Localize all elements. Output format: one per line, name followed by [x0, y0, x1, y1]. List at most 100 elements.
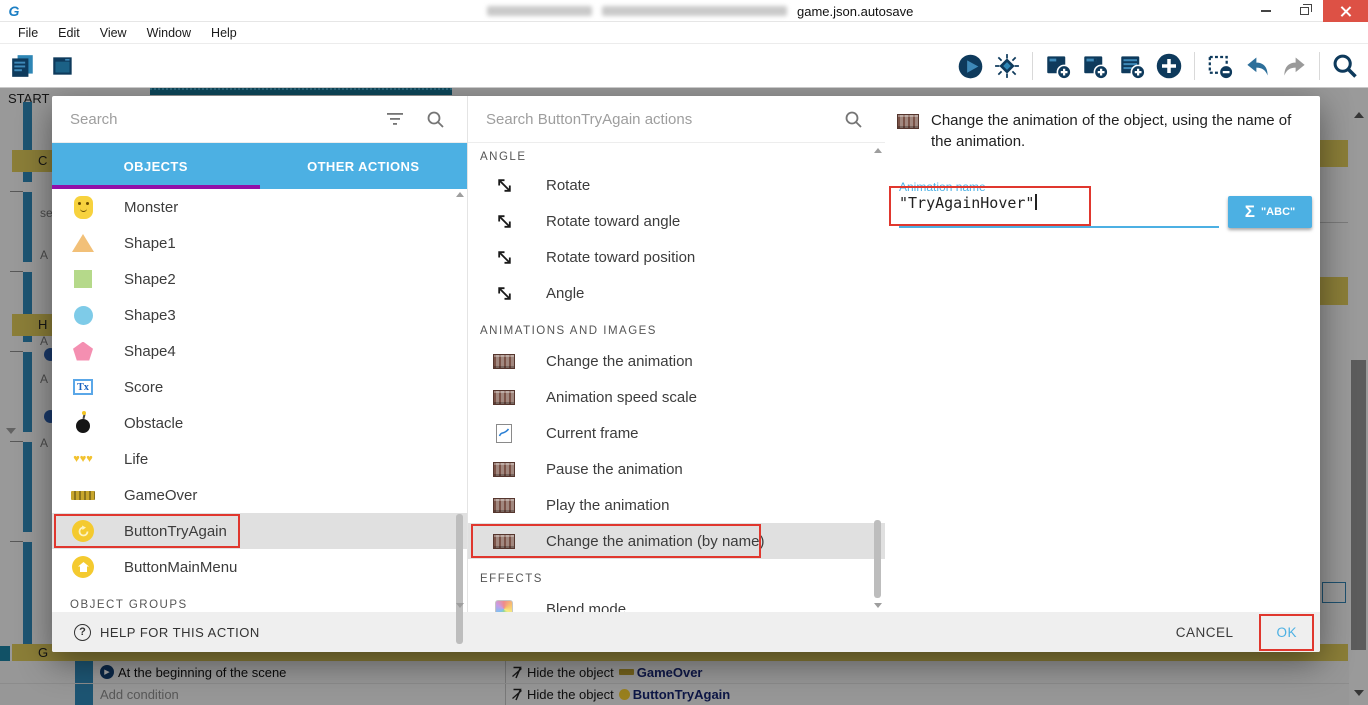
tab-objects[interactable]: OBJECTS [52, 143, 260, 189]
action-item-angle[interactable]: Angle [468, 275, 885, 311]
object-item-shape4[interactable]: Shape4 [52, 333, 467, 369]
object-item-gameover[interactable]: GameOver [52, 477, 467, 513]
redo-button[interactable] [1279, 50, 1309, 82]
add-new-button[interactable] [1154, 50, 1184, 82]
action-item-current-frame[interactable]: Current frame [468, 415, 885, 451]
object-label: Score [124, 379, 163, 396]
scroll-up-icon[interactable] [456, 192, 464, 197]
actions-search-input[interactable] [468, 111, 844, 128]
sigma-icon: Σ [1245, 202, 1255, 222]
search-icon[interactable] [426, 110, 445, 129]
object-item-monster[interactable]: Monster [52, 189, 467, 225]
menu-file[interactable]: File [8, 22, 48, 44]
menubar: File Edit View Window Help [0, 22, 1368, 44]
action-item-change-animation-by-name[interactable]: Change the animation (by name) [468, 523, 885, 559]
objects-list: Monster Shape1 Shape2 Shape3 [52, 189, 467, 612]
cancel-button[interactable]: CANCEL [1170, 617, 1240, 648]
circle-icon [70, 306, 96, 325]
hearts-icon: ♥♥♥ [70, 453, 96, 465]
minimize-button[interactable] [1247, 0, 1285, 22]
monster-icon [70, 196, 96, 219]
menu-window[interactable]: Window [137, 22, 201, 44]
scene-editor-button[interactable] [48, 50, 78, 82]
filter-icon[interactable] [386, 112, 404, 126]
object-label: Life [124, 451, 148, 468]
scrollbar-thumb[interactable] [874, 520, 881, 598]
action-label: Pause the animation [546, 461, 683, 478]
actions-scrollbar[interactable] [873, 148, 883, 608]
choose-action-dialog: OBJECTS OTHER ACTIONS Monster Shape1 [52, 96, 1320, 652]
expression-editor-button[interactable]: Σ "ABC" [1228, 196, 1312, 228]
add-external-events-button[interactable] [1117, 50, 1147, 82]
menu-edit[interactable]: Edit [48, 22, 90, 44]
blurred-title-segment [487, 6, 592, 16]
action-label: Rotate [546, 177, 590, 194]
object-item-obstacle[interactable]: Obstacle [52, 405, 467, 441]
objects-scrollbar[interactable] [455, 192, 465, 608]
restore-button[interactable] [1285, 0, 1323, 22]
menu-help[interactable]: Help [201, 22, 247, 44]
action-item-rotate-toward-angle[interactable]: Rotate toward angle [468, 203, 885, 239]
action-label: Rotate toward angle [546, 213, 680, 230]
object-item-shape1[interactable]: Shape1 [52, 225, 467, 261]
scroll-up-icon[interactable] [874, 148, 882, 153]
object-item-score[interactable]: Tx Score [52, 369, 467, 405]
ok-button[interactable]: OK [1261, 616, 1312, 649]
add-scene-button[interactable] [1043, 50, 1073, 82]
action-item-rotate[interactable]: Rotate [468, 167, 885, 203]
action-label: Angle [546, 285, 584, 302]
debug-button[interactable] [992, 50, 1022, 82]
action-item-rotate-toward-position[interactable]: Rotate toward position [468, 239, 885, 275]
blurred-title-segment [602, 6, 787, 16]
toolbar-search-button[interactable] [1330, 50, 1360, 82]
redo-icon [1281, 53, 1308, 80]
action-item-play-animation[interactable]: Play the animation [468, 487, 885, 523]
action-label: Animation speed scale [546, 389, 697, 406]
object-label: Shape4 [124, 343, 176, 360]
action-item-change-animation[interactable]: Change the animation [468, 343, 885, 379]
menu-view[interactable]: View [90, 22, 137, 44]
add-external-layout-button[interactable] [1080, 50, 1110, 82]
object-label: Monster [124, 199, 178, 216]
restore-icon [1300, 7, 1309, 15]
action-label: Change the animation (by name) [546, 533, 764, 550]
action-item-blend-mode[interactable]: Blend mode [468, 591, 885, 612]
object-item-shape3[interactable]: Shape3 [52, 297, 467, 333]
scroll-down-icon[interactable] [874, 603, 882, 608]
toolbar-separator [1032, 52, 1033, 80]
animation-name-input[interactable]: "TryAgainHover" [899, 194, 1219, 228]
action-item-animation-speed-scale[interactable]: Animation speed scale [468, 379, 885, 415]
object-label: ButtonMainMenu [124, 559, 237, 576]
object-item-life[interactable]: ♥♥♥ Life [52, 441, 467, 477]
actions-list: ANGLE Rotate Rotate toward angle Rotate … [468, 143, 885, 612]
object-item-buttontryagain[interactable]: ButtonTryAgain [52, 513, 467, 549]
object-label: Shape1 [124, 235, 176, 252]
try-again-button-icon [70, 520, 96, 542]
object-item-buttonmainmenu[interactable]: ButtonMainMenu [52, 549, 467, 585]
window-add-icon [1045, 53, 1072, 80]
remove-button[interactable] [1205, 50, 1235, 82]
search-icon[interactable] [844, 110, 863, 129]
toolbar-separator [1319, 52, 1320, 80]
undo-button[interactable] [1242, 50, 1272, 82]
object-item-shape2[interactable]: Shape2 [52, 261, 467, 297]
objects-search-input[interactable] [52, 111, 386, 128]
help-for-this-action-button[interactable]: ? HELP FOR THIS ACTION [74, 624, 260, 641]
help-question-icon: ? [74, 624, 91, 641]
animation-name-label: Animation name [899, 180, 986, 194]
animation-name-value: "TryAgainHover" [899, 194, 1034, 212]
scroll-down-icon[interactable] [456, 603, 464, 608]
magnifier-icon [1331, 52, 1359, 80]
film-strip-icon [492, 534, 516, 549]
action-label: Blend mode [546, 601, 626, 613]
play-icon [957, 53, 984, 80]
play-preview-button[interactable] [955, 50, 985, 82]
action-item-pause-animation[interactable]: Pause the animation [468, 451, 885, 487]
film-strip-icon [492, 498, 516, 513]
project-manager-button[interactable] [8, 50, 38, 82]
tab-other-actions[interactable]: OTHER ACTIONS [260, 143, 468, 189]
object-groups-header: OBJECT GROUPS [52, 585, 467, 611]
object-label: GameOver [124, 487, 197, 504]
close-button[interactable] [1323, 0, 1368, 22]
scrollbar-thumb[interactable] [456, 514, 463, 644]
